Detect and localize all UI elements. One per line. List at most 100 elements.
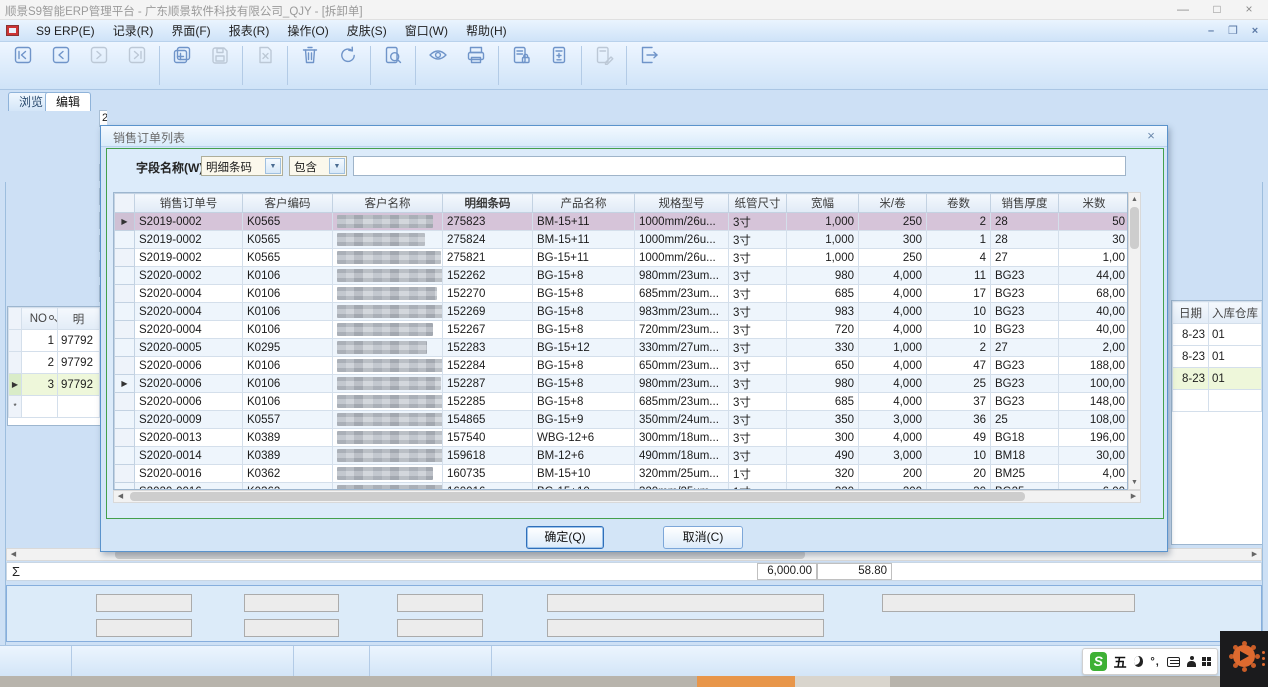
scroll-right-icon[interactable]: ▶ (1127, 491, 1140, 502)
dialog-vscrollbar[interactable]: ▲ ▼ (1128, 192, 1141, 490)
table-row[interactable]: S2020-0004K0106152269BG-15+8983mm/23um..… (115, 303, 1129, 321)
table-row[interactable]: S2019-0002K0565275821BG-15+111000mm/26u.… (115, 249, 1129, 267)
table-row[interactable]: 8-2301 (1173, 368, 1262, 390)
nav-first-button[interactable] (4, 42, 42, 89)
dialog-title-bar[interactable]: 销售订单列表 × (101, 126, 1167, 147)
sum-cell: 58.80 (817, 563, 892, 580)
column-header[interactable]: 明细条码 (443, 194, 533, 213)
scroll-left-icon[interactable]: ◀ (114, 491, 127, 502)
person-icon[interactable] (1187, 656, 1195, 667)
chevron-down-icon[interactable]: ▼ (329, 158, 345, 174)
dialog-hscroll-thumb[interactable] (130, 492, 1025, 501)
column-header[interactable]: 卷数 (927, 194, 991, 213)
maximize-icon[interactable]: □ (1202, 1, 1232, 18)
mdi-restore-icon[interactable]: ❐ (1226, 24, 1240, 38)
table-row[interactable]: S2020-0013K0389157540WBG-12+6300mm/18um.… (115, 429, 1129, 447)
table-row[interactable]: S2020-0016K0362160735BM-15+10320mm/25um.… (115, 465, 1129, 483)
column-header[interactable]: 米数 (1059, 194, 1129, 213)
filter-operator-combo[interactable]: 包含 ▼ (289, 156, 347, 176)
menu-item-5[interactable]: 皮肤(S) (338, 20, 396, 42)
cancel-button[interactable]: 取消(C) (663, 526, 743, 549)
table-row[interactable]: S2020-0004K0106152270BG-15+8685mm/23um..… (115, 285, 1129, 303)
dialog-vscroll-thumb[interactable] (1130, 207, 1139, 249)
table-row[interactable]: 297792 (9, 352, 100, 374)
table-row[interactable]: S2020-0006K0106152285BG-15+8685mm/23um..… (115, 393, 1129, 411)
table-row[interactable]: S2019-0002K0565275824BM-15+111000mm/26u.… (115, 231, 1129, 249)
keyboard-icon[interactable] (1167, 657, 1180, 667)
audit-doc-button[interactable] (502, 42, 540, 89)
ok-button[interactable]: 确定(Q) (526, 526, 604, 549)
column-header[interactable]: 客户编码 (243, 194, 333, 213)
tools-grid-icon[interactable] (1202, 657, 1210, 666)
column-header[interactable]: 宽幅 (787, 194, 859, 213)
table-row[interactable]: ▶S2020-0006K0106152287BG-15+8980mm/23um.… (115, 375, 1129, 393)
close-icon[interactable]: × (1234, 1, 1264, 18)
table-row[interactable]: S2020-0009K0557154865BG-15+9350mm/24um..… (115, 411, 1129, 429)
menu-item-4[interactable]: 操作(O) (278, 20, 337, 42)
new-row[interactable]: * (9, 396, 100, 418)
trash-button[interactable] (291, 42, 329, 89)
table-row[interactable]: ▶397792 (9, 374, 100, 396)
filter-search-icon (382, 44, 404, 66)
sogou-logo-icon[interactable]: S (1090, 652, 1107, 671)
play-logo-icon[interactable] (1233, 645, 1255, 667)
scroll-right-icon[interactable]: ▶ (1248, 549, 1261, 560)
filter-field-combo[interactable]: 明细条码 ▼ (201, 156, 283, 176)
printer-button[interactable] (457, 42, 495, 89)
menu-item-1[interactable]: 记录(R) (104, 20, 163, 42)
column-header[interactable]: 明 (58, 308, 100, 330)
preview-eye-button[interactable] (419, 42, 457, 89)
table-row[interactable]: S2020-0002K0106152262BG-15+8980mm/23um..… (115, 267, 1129, 285)
menu-item-7[interactable]: 帮助(H) (457, 20, 516, 42)
minimize-icon[interactable]: — (1168, 1, 1198, 18)
refresh-button[interactable] (329, 42, 367, 89)
menu-item-0[interactable]: S9 ERP(E) (27, 20, 104, 42)
column-header[interactable]: 规格型号 (635, 194, 729, 213)
table-row[interactable]: S2020-0006K0106152284BG-15+8650mm/23um..… (115, 357, 1129, 375)
new-doc-button[interactable] (163, 42, 201, 89)
dialog-close-icon[interactable]: × (1143, 128, 1159, 144)
chevron-down-icon[interactable]: ▼ (265, 158, 281, 174)
wubi-mode-icon[interactable]: 五 (1114, 652, 1127, 671)
filter-search-button[interactable] (374, 42, 412, 89)
mdi-minimize-icon[interactable]: – (1204, 24, 1218, 38)
table-row[interactable] (1173, 390, 1262, 412)
column-header[interactable]: NO (22, 308, 58, 330)
menu-item-2[interactable]: 界面(F) (162, 20, 219, 42)
calculator-button[interactable] (540, 42, 578, 89)
dialog-hscrollbar[interactable]: ◀ ▶ (113, 490, 1141, 503)
column-header[interactable]: 入库仓库 (1209, 302, 1262, 324)
table-row[interactable]: S2020-0005K0295152283BG-15+12330mm/27um.… (115, 339, 1129, 357)
table-row[interactable]: S2020-0014K0389159618BM-12+6490mm/18um..… (115, 447, 1129, 465)
nav-prev-button[interactable] (42, 42, 80, 89)
column-header[interactable]: 客户名称 (333, 194, 443, 213)
filter-text-input[interactable] (353, 156, 1126, 176)
column-header[interactable]: 销售厚度 (991, 194, 1059, 213)
column-header[interactable]: 销售订单号 (135, 194, 243, 213)
scroll-up-icon[interactable]: ▲ (1129, 193, 1140, 206)
mdi-close-icon[interactable]: × (1248, 24, 1262, 38)
status-segment-0 (0, 646, 72, 677)
table-row[interactable]: ▶S2019-0002K0565275823BM-15+111000mm/26u… (115, 213, 1129, 231)
tab-edit[interactable]: 编辑 (45, 92, 91, 111)
column-header[interactable]: 日期 (1173, 302, 1209, 324)
scroll-down-icon[interactable]: ▼ (1129, 476, 1140, 489)
menu-item-6[interactable]: 窗口(W) (396, 20, 457, 42)
menu-item-3[interactable]: 报表(R) (220, 20, 279, 42)
table-row[interactable]: S2020-0016K0362160016BG-15+10320mm/25um.… (115, 483, 1129, 491)
table-row[interactable]: 8-2301 (1173, 346, 1262, 368)
table-row[interactable]: 197792 (9, 330, 100, 352)
table-row[interactable]: S2020-0004K0106152267BG-15+8720mm/23um..… (115, 321, 1129, 339)
overlay-dots-icon (1262, 651, 1265, 667)
trash-icon (299, 44, 321, 66)
scroll-left-icon[interactable]: ◀ (7, 549, 20, 560)
menu-bar: S9 ERP(E)记录(R)界面(F)报表(R)操作(O)皮肤(S)窗口(W)帮… (0, 20, 1268, 42)
table-row[interactable]: 8-2301 (1173, 324, 1262, 346)
moon-icon[interactable] (1134, 656, 1144, 667)
footer-field (397, 619, 483, 637)
column-header[interactable]: 纸管尺寸 (729, 194, 787, 213)
exit-door-button[interactable] (630, 42, 668, 89)
column-header[interactable]: 产品名称 (533, 194, 635, 213)
punctuation-icon[interactable]: °, (1150, 656, 1159, 668)
column-header[interactable]: 米/卷 (859, 194, 927, 213)
